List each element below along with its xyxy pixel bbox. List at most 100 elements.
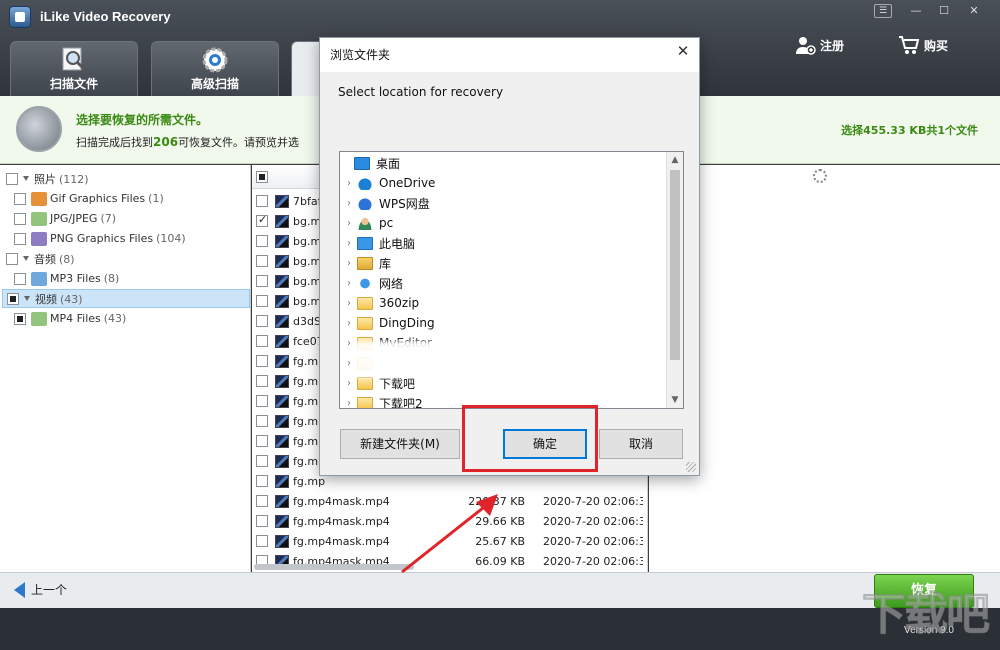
expand-chevron-icon[interactable]: ›: [343, 178, 355, 189]
row-checkbox[interactable]: [256, 295, 268, 307]
app-logo-icon: [9, 6, 31, 28]
expand-chevron-icon[interactable]: ›: [343, 398, 355, 409]
expand-chevron-icon[interactable]: ›: [343, 278, 355, 289]
tree-item[interactable]: Gif Graphics Files (1): [2, 189, 250, 208]
expand-chevron-icon[interactable]: ›: [343, 218, 355, 229]
expand-chevron-icon[interactable]: ›: [343, 298, 355, 309]
folder-node[interactable]: › 库: [340, 253, 668, 273]
tree-item[interactable]: 视频 (43): [2, 289, 250, 308]
expand-icon[interactable]: [24, 296, 30, 301]
tree-item[interactable]: PNG Graphics Files (104): [2, 229, 250, 248]
tree-item-checkbox[interactable]: [7, 292, 19, 305]
row-checkbox[interactable]: [256, 435, 268, 447]
annotation-highlight-box: [462, 405, 598, 472]
menu-icon[interactable]: ☰: [874, 4, 892, 18]
expand-chevron-icon[interactable]: ›: [343, 198, 355, 209]
folder-node-label: 桌面: [376, 156, 401, 171]
row-checkbox[interactable]: [256, 475, 268, 487]
scroll-up-icon[interactable]: ▲: [667, 152, 683, 168]
folder-node[interactable]: › 此电脑: [340, 233, 668, 253]
expand-chevron-icon[interactable]: ›: [343, 318, 355, 329]
row-checkbox[interactable]: [256, 275, 268, 287]
row-checkbox[interactable]: [256, 355, 268, 367]
recover-button[interactable]: 恢复: [874, 574, 974, 608]
tree-item[interactable]: MP4 Files (43): [2, 309, 250, 328]
row-checkbox[interactable]: [256, 195, 268, 207]
tree-item-count: (104): [156, 232, 186, 245]
video-file-icon: [275, 194, 289, 208]
row-checkbox[interactable]: [256, 375, 268, 387]
new-folder-button[interactable]: 新建文件夹(M): [340, 429, 460, 459]
magnifier-icon: [62, 47, 86, 71]
buy-button[interactable]: 购买: [898, 34, 948, 56]
tree-item-checkbox[interactable]: [14, 272, 26, 285]
row-checkbox[interactable]: [256, 535, 268, 547]
tree-item-name: MP3 Files: [50, 272, 101, 285]
folder-node-label: 此电脑: [379, 236, 416, 251]
tree-item-checkbox[interactable]: [14, 192, 26, 205]
scrollbar-thumb[interactable]: [254, 564, 414, 570]
folder-node[interactable]: › 网络: [340, 273, 668, 293]
video-file-icon: [275, 454, 289, 468]
minimize-icon[interactable]: —: [904, 3, 928, 19]
scroll-down-icon[interactable]: ▼: [667, 392, 683, 408]
row-checkbox[interactable]: [256, 395, 268, 407]
row-checkbox[interactable]: [256, 235, 268, 247]
folder-node-label: 下载吧: [379, 376, 416, 391]
back-button[interactable]: 上一个: [14, 581, 67, 598]
dialog-title: 浏览文件夹: [330, 48, 391, 62]
folder-node[interactable]: › OneDrive: [340, 173, 668, 193]
folder-node[interactable]: 桌面: [340, 153, 668, 173]
select-all-checkbox[interactable]: [256, 171, 268, 183]
tree-item-checkbox[interactable]: [14, 312, 26, 325]
tree-item-checkbox[interactable]: [14, 232, 26, 245]
maximize-icon[interactable]: ☐: [932, 3, 956, 19]
resize-grip-icon[interactable]: [686, 462, 696, 472]
cancel-button[interactable]: 取消: [599, 429, 683, 459]
expand-icon[interactable]: [23, 256, 29, 261]
dialog-close-icon[interactable]: ✕: [673, 42, 693, 60]
row-checkbox[interactable]: [256, 315, 268, 327]
expand-chevron-icon[interactable]: ›: [343, 258, 355, 269]
close-icon[interactable]: ✕: [962, 3, 986, 19]
tree-item-count: (43): [60, 292, 83, 306]
tree-item-checkbox[interactable]: [6, 172, 18, 185]
folder-icon: [357, 396, 373, 408]
row-checkbox[interactable]: [256, 455, 268, 467]
category-tree: 照片 (112) Gif Graphics Files (1) JPG/JPEG (7) P…: [0, 165, 251, 572]
row-checkbox[interactable]: [256, 495, 268, 507]
folder-node[interactable]: › WPS网盘: [340, 193, 668, 213]
video-file-icon: [275, 514, 289, 528]
row-checkbox[interactable]: [256, 213, 268, 227]
row-checkbox[interactable]: [256, 335, 268, 347]
tree-item[interactable]: 照片 (112): [2, 169, 250, 188]
tree-item-name: 视频: [35, 292, 57, 306]
tree-item[interactable]: MP3 Files (8): [2, 269, 250, 288]
row-checkbox[interactable]: [256, 415, 268, 427]
tree-item-count: (43): [103, 312, 127, 325]
tree-item-label: 音频 (8): [34, 251, 75, 267]
tree-item[interactable]: 音频 (8): [2, 249, 250, 268]
tree-item-name: MP4 Files: [50, 312, 101, 325]
tree-item[interactable]: JPG/JPEG (7): [2, 209, 250, 228]
tree-item-checkbox[interactable]: [6, 252, 18, 265]
info-title: 选择要恢复的所需文件。: [76, 113, 209, 127]
video-file-icon: [275, 494, 289, 508]
scrollbar-thumb[interactable]: [670, 170, 680, 360]
tab-scan-files[interactable]: 扫描文件: [10, 41, 138, 96]
tab-advanced-scan[interactable]: 高级扫描: [151, 41, 279, 96]
folder-node[interactable]: › pc: [340, 213, 668, 233]
video-file-icon: [275, 214, 289, 228]
expand-chevron-icon[interactable]: ›: [343, 238, 355, 249]
row-checkbox[interactable]: [256, 515, 268, 527]
folder-node[interactable]: › DingDing: [340, 313, 668, 333]
expand-chevron-icon[interactable]: ›: [343, 378, 355, 389]
selected-summary: 选择455.33 KB共1个文件: [841, 124, 978, 137]
row-checkbox[interactable]: [256, 255, 268, 267]
tree-item-checkbox[interactable]: [14, 212, 26, 225]
expand-icon[interactable]: [23, 176, 29, 181]
folder-node[interactable]: › 360zip: [340, 293, 668, 313]
vertical-scrollbar[interactable]: ▲ ▼: [666, 152, 683, 408]
tree-item-label: MP3 Files (8): [50, 272, 119, 285]
register-button[interactable]: 注册: [794, 34, 844, 56]
